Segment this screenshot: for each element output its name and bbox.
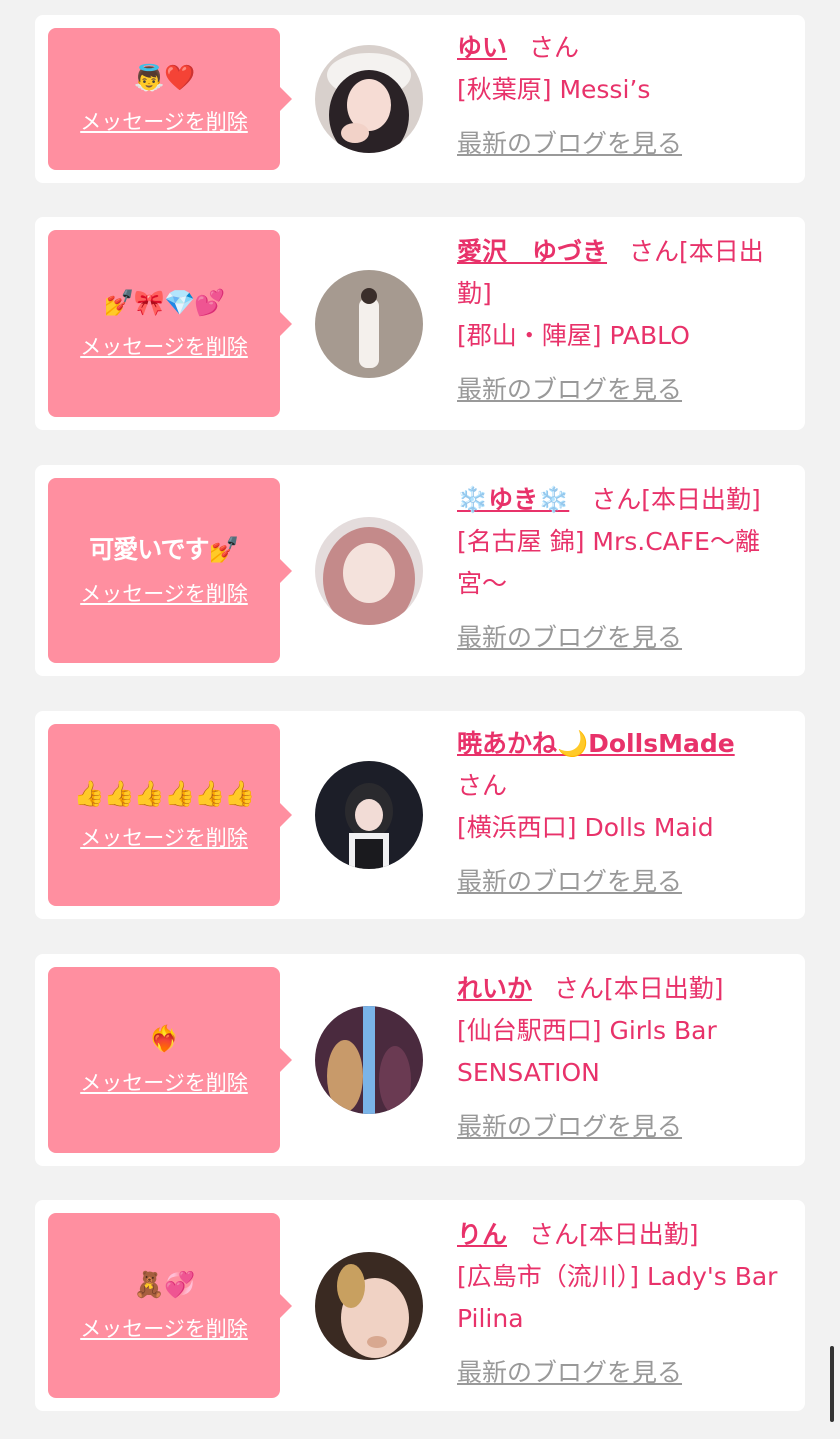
avatar[interactable] (315, 270, 423, 378)
attendance-status: [本日出勤] (604, 974, 724, 1003)
cast-name-link[interactable]: れいか (457, 974, 532, 1003)
scrollbar[interactable] (830, 1346, 834, 1422)
message-bubble: 👼❤️ メッセージを削除 (48, 28, 292, 170)
cast-card: 可愛いです💅 メッセージを削除 ❄️ゆき❄️ さん[本日出勤] [名古屋 錦] M… (35, 465, 805, 676)
cast-info: 暁あかね🌙DollsMade さん [横浜西口] Dolls Maid 最新のブロ… (457, 723, 793, 903)
avatar[interactable] (315, 1252, 423, 1360)
avatar[interactable] (315, 761, 423, 869)
honorific: さん (591, 485, 642, 514)
shop-label: [郡山・陣屋] PABLO (457, 321, 690, 350)
message-text: 可愛いです💅 (89, 534, 239, 564)
delete-message-link[interactable]: メッセージを削除 (80, 1315, 248, 1343)
cast-name-link[interactable]: ❄️ゆき❄️ (457, 485, 569, 514)
honorific: さん (629, 237, 680, 266)
cast-card: 👼❤️ メッセージを削除 ゆい さん [秋葉原] Messi’s 最新のブログを見… (35, 15, 805, 183)
latest-blog-link[interactable]: 最新のブログを見る (457, 1106, 682, 1148)
honorific: さん (554, 974, 605, 1003)
delete-message-link[interactable]: メッセージを削除 (80, 824, 248, 852)
avatar[interactable] (315, 45, 423, 153)
cast-name-link[interactable]: ゆい (457, 33, 507, 62)
cast-info: ゆい さん [秋葉原] Messi’s 最新のブログを見る (457, 27, 793, 165)
message-text: ❤️‍🔥 (148, 1024, 180, 1053)
cast-name-link[interactable]: 暁あかね🌙DollsMade (457, 729, 735, 758)
cast-info: れいか さん[本日出勤] [仙台駅西口] Girls Bar SENSATION … (457, 968, 793, 1148)
message-text: 👍👍👍👍👍👍 (73, 779, 256, 808)
cast-info: ❄️ゆき❄️ さん[本日出勤] [名古屋 錦] Mrs.CAFE〜離宮〜 最新のブ… (457, 479, 793, 659)
latest-blog-link[interactable]: 最新のブログを見る (457, 1352, 682, 1394)
shop-label: [横浜西口] Dolls Maid (457, 813, 714, 842)
message-bubble: ❤️‍🔥 メッセージを削除 (48, 967, 292, 1153)
cast-card: 🧸💞 メッセージを削除 りん さん[本日出勤] [広島市（流川）] Lady's … (35, 1200, 805, 1411)
favorites-list-page: 👼❤️ メッセージを削除 ゆい さん [秋葉原] Messi’s 最新のブログを見… (0, 0, 840, 1439)
latest-blog-link[interactable]: 最新のブログを見る (457, 123, 682, 165)
honorific: さん (457, 771, 508, 800)
shop-label: [秋葉原] Messi’s (457, 75, 651, 104)
cast-info: りん さん[本日出勤] [広島市（流川）] Lady's Bar Pilina 最… (457, 1214, 793, 1394)
cast-card: 💅🎀💎💕 メッセージを削除 愛沢 ゆづき さん[本日出勤] [郡山・陣屋] PAB… (35, 217, 805, 430)
message-text: 🧸💞 (133, 1269, 195, 1299)
message-bubble: 👍👍👍👍👍👍 メッセージを削除 (48, 724, 292, 906)
message-bubble: 💅🎀💎💕 メッセージを削除 (48, 230, 292, 417)
cast-name-link[interactable]: りん (457, 1220, 507, 1249)
honorific: さん (529, 33, 580, 62)
message-bubble: 🧸💞 メッセージを削除 (48, 1213, 292, 1398)
delete-message-link[interactable]: メッセージを削除 (80, 108, 248, 136)
delete-message-link[interactable]: メッセージを削除 (80, 333, 248, 361)
latest-blog-link[interactable]: 最新のブログを見る (457, 861, 682, 903)
avatar[interactable] (315, 517, 423, 625)
shop-label: [広島市（流川）] Lady's Bar Pilina (457, 1262, 778, 1333)
delete-message-link[interactable]: メッセージを削除 (80, 1069, 248, 1097)
avatar[interactable] (315, 1006, 423, 1114)
latest-blog-link[interactable]: 最新のブログを見る (457, 369, 682, 411)
message-text: 👼❤️ (133, 63, 195, 92)
attendance-status: [本日出勤] (641, 485, 761, 514)
latest-blog-link[interactable]: 最新のブログを見る (457, 617, 682, 659)
message-bubble: 可愛いです💅 メッセージを削除 (48, 478, 292, 663)
cast-name-link[interactable]: 愛沢 ゆづき (457, 237, 607, 266)
honorific: さん (529, 1220, 580, 1249)
shop-label: [名古屋 錦] Mrs.CAFE〜離宮〜 (457, 527, 760, 598)
cast-card: ❤️‍🔥 メッセージを削除 れいか さん[本日出勤] [仙台駅西口] Girls … (35, 954, 805, 1166)
attendance-status: [本日出勤] (579, 1220, 699, 1249)
cast-card: 👍👍👍👍👍👍 メッセージを削除 暁あかね🌙DollsMade さん [横浜西口] … (35, 711, 805, 919)
shop-label: [仙台駅西口] Girls Bar SENSATION (457, 1016, 717, 1087)
message-text: 💅🎀💎💕 (103, 287, 226, 317)
delete-message-link[interactable]: メッセージを削除 (80, 580, 248, 608)
cast-info: 愛沢 ゆづき さん[本日出勤] [郡山・陣屋] PABLO 最新のブログを見る (457, 231, 793, 411)
